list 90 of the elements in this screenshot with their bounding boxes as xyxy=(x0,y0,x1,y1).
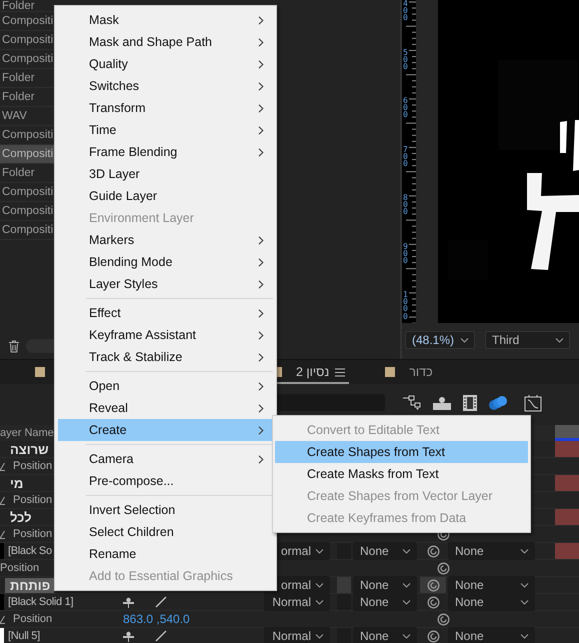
chevron-down-icon xyxy=(402,548,411,554)
property-name: Position xyxy=(13,613,52,625)
label-swatch[interactable] xyxy=(0,628,4,643)
menu-item[interactable]: 3D Layer xyxy=(58,163,273,185)
track-matte-dropdown[interactable]: None xyxy=(353,542,417,560)
menu-item[interactable]: Track & Stabilize xyxy=(58,346,273,368)
menu-item[interactable]: Frame Blending xyxy=(58,141,273,163)
menu-item[interactable]: Transform xyxy=(58,97,273,119)
ruler-label: 900 xyxy=(402,242,409,264)
property-name: Position xyxy=(13,528,52,540)
menu-item[interactable]: Open xyxy=(58,375,273,397)
menu-item[interactable]: Quality xyxy=(58,53,273,75)
ruler-label: 600 xyxy=(402,97,409,119)
chevron-down-icon xyxy=(555,338,564,342)
menu-item[interactable]: Create xyxy=(58,419,273,441)
graph-editor-icon[interactable] xyxy=(523,394,543,412)
chevron-down-icon xyxy=(402,582,411,588)
menu-item[interactable]: Effect xyxy=(58,302,273,324)
parent-dropdown[interactable]: None xyxy=(448,627,535,643)
flowchart-icon[interactable] xyxy=(402,394,422,410)
layer-name[interactable]: [Black Solid 1] xyxy=(8,596,74,608)
spiral-icon[interactable] xyxy=(426,596,440,608)
magnification-dropdown[interactable]: (48.1%) xyxy=(405,331,475,349)
menu-item[interactable]: Blending Mode xyxy=(58,251,273,273)
menu-item[interactable]: Keyframe Assistant xyxy=(58,324,273,346)
blend-mode-dropdown[interactable]: Normal xyxy=(264,627,330,643)
spiral-icon[interactable] xyxy=(426,630,440,642)
layer-name[interactable]: [Black So xyxy=(8,545,52,557)
ruler-label: 800 xyxy=(402,194,409,216)
menu-item[interactable]: Guide Layer xyxy=(58,185,273,207)
menu-item[interactable]: Time xyxy=(58,119,273,141)
project-item[interactable]: Compositi xyxy=(0,145,54,164)
menu-item[interactable]: Switches xyxy=(58,75,273,97)
track-matte-dropdown[interactable]: None xyxy=(353,576,417,594)
layer-name[interactable]: [Null 5] xyxy=(8,630,40,642)
ruler-label: 700 xyxy=(402,146,409,168)
track-matte-dropdown[interactable]: None xyxy=(353,593,417,611)
menu-icon[interactable] xyxy=(335,368,346,376)
property-name: Position xyxy=(13,494,52,506)
menu-item[interactable]: Mask xyxy=(58,9,273,31)
column-header: ayer Name xyxy=(0,427,54,439)
composition-icon xyxy=(385,367,396,377)
chevron-down-icon xyxy=(315,634,324,638)
menu-item[interactable]: Reveal xyxy=(58,397,273,419)
resolution-dropdown[interactable]: Third xyxy=(485,331,570,349)
chevron-down-icon xyxy=(520,600,529,604)
chevron-down-icon xyxy=(402,634,411,638)
property-name: Position xyxy=(13,460,52,472)
label-swatch[interactable] xyxy=(0,543,4,559)
ruler-label: 1000 xyxy=(402,291,409,320)
parent-dropdown[interactable]: None xyxy=(448,576,535,594)
menu-item[interactable]: Camera xyxy=(58,448,273,470)
spiral-icon[interactable] xyxy=(437,562,450,574)
composition-icon xyxy=(35,367,45,377)
menu-item[interactable]: Mask and Shape Path xyxy=(58,31,273,53)
chevron-down-icon xyxy=(520,582,529,588)
chevron-down-icon xyxy=(402,600,411,604)
spiral-icon[interactable] xyxy=(426,544,440,558)
ruler-label: 400 xyxy=(402,0,409,22)
layer-name[interactable]: לכל xyxy=(10,510,32,524)
layer-name[interactable]: שרוצה xyxy=(10,442,49,456)
menu-item[interactable]: Pre-compose... xyxy=(58,470,273,492)
slash-icon[interactable] xyxy=(155,630,167,642)
chevron-down-icon xyxy=(315,582,324,588)
track-matte-dropdown[interactable]: None xyxy=(353,627,417,643)
ruler-label: 500 xyxy=(402,48,409,70)
property-name: Position xyxy=(0,562,40,574)
chevron-down-icon xyxy=(315,548,324,554)
layer-name[interactable]: פותחת xyxy=(5,578,54,592)
chevron-down-icon xyxy=(460,338,469,342)
chevron-down-icon xyxy=(520,548,529,554)
slash-icon[interactable] xyxy=(155,596,167,608)
film-icon[interactable] xyxy=(462,394,478,412)
menu-item[interactable]: Invert Selection xyxy=(58,499,273,521)
parent-dropdown[interactable]: None xyxy=(448,593,535,611)
menu-item[interactable]: Select Children xyxy=(58,521,273,543)
menu-item[interactable]: Layer Styles xyxy=(58,273,273,295)
property-value[interactable]: 863.0 ,540.0 xyxy=(123,612,190,626)
composition-tab[interactable]: כדור xyxy=(385,360,437,384)
label-swatch[interactable] xyxy=(0,594,4,610)
chevron-down-icon xyxy=(520,634,529,638)
trash-icon[interactable] xyxy=(8,340,20,352)
menu-item[interactable]: Markers xyxy=(58,229,273,251)
menu-item[interactable]: Create Masks from Text xyxy=(275,463,528,485)
blend-mode-dropdown[interactable]: Normal xyxy=(264,593,330,611)
spiral-icon[interactable] xyxy=(437,612,450,626)
layer-name[interactable]: מי xyxy=(10,476,24,490)
menu-item[interactable]: Create Shapes from Text xyxy=(275,441,528,463)
parent-dropdown[interactable]: None xyxy=(448,542,535,560)
chevron-down-icon xyxy=(315,600,324,604)
